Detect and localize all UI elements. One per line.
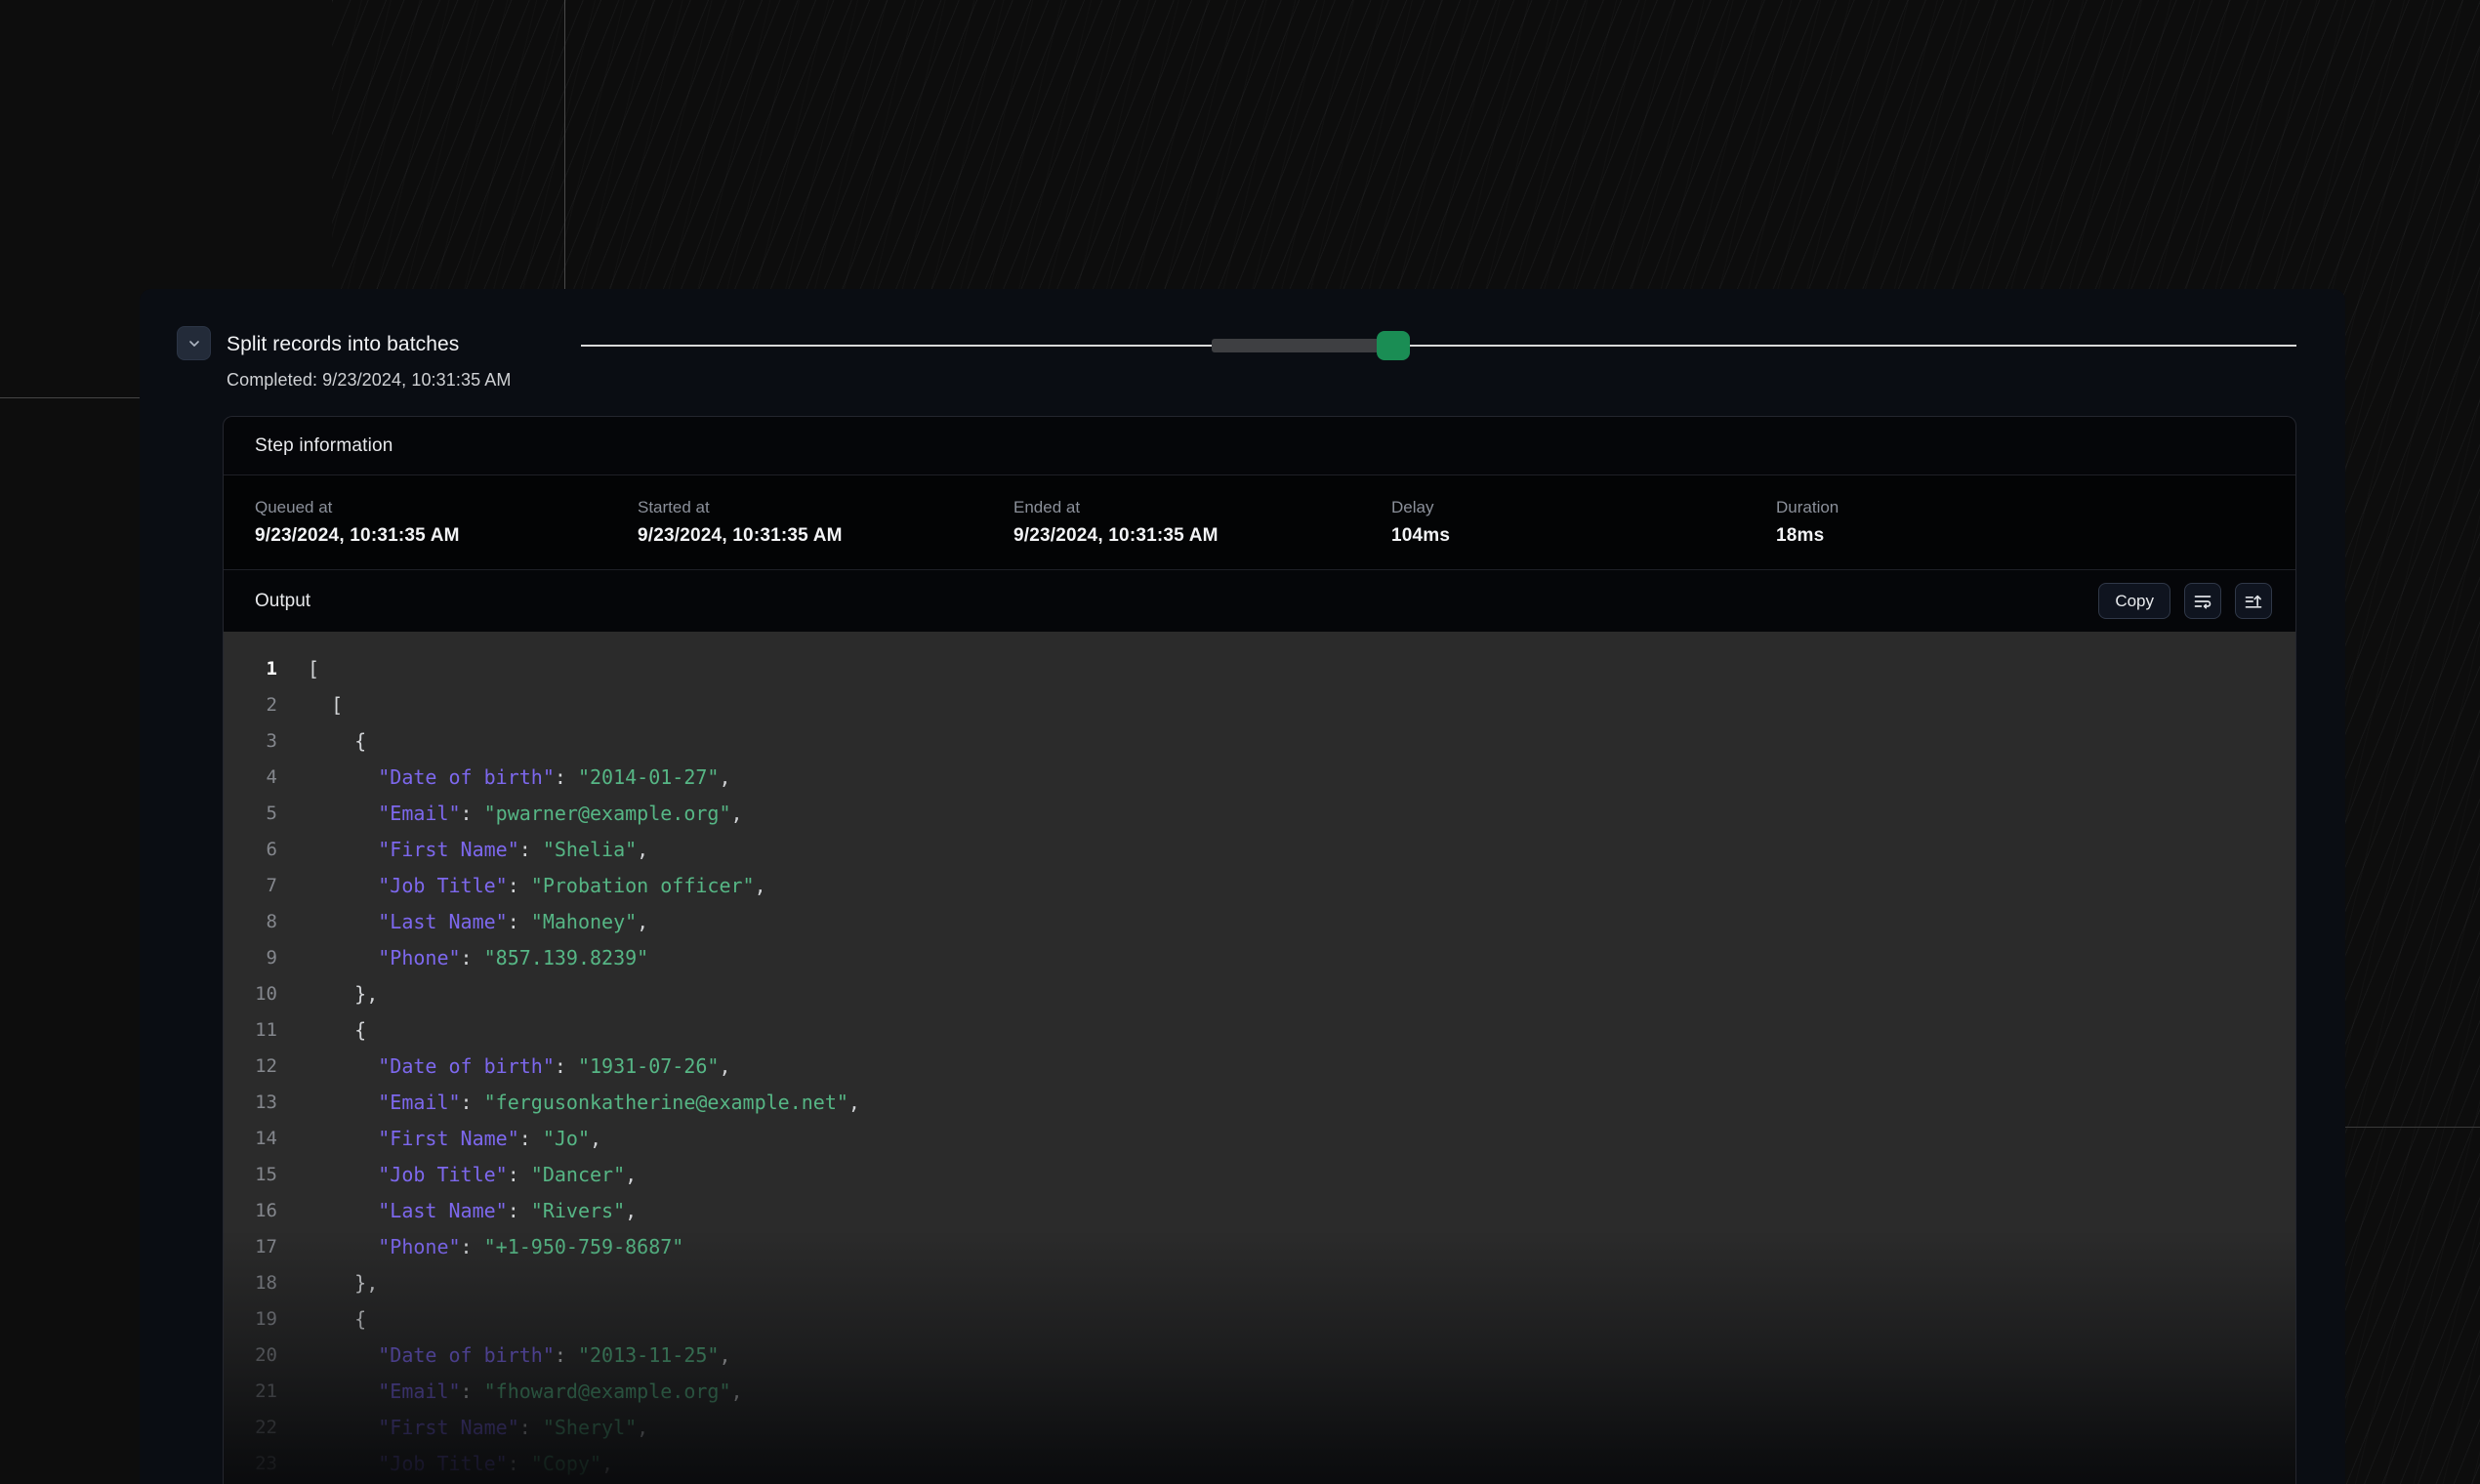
code-line: 16 "Last Name": "Rivers", (224, 1193, 2295, 1229)
output-header: Output Copy (224, 570, 2295, 632)
code-lines: 1[2 [3 {4 "Date of birth": "2014-01-27",… (224, 651, 2295, 1482)
line-number: 2 (224, 687, 277, 723)
line-number: 18 (224, 1265, 277, 1301)
line-number: 15 (224, 1157, 277, 1193)
info-field-started-at: Started at 9/23/2024, 10:31:35 AM (638, 498, 1013, 547)
info-field-duration: Duration 18ms (1776, 498, 2295, 547)
code-line: 17 "Phone": "+1-950-759-8687" (224, 1229, 2295, 1265)
line-number: 22 (224, 1410, 277, 1446)
scroll-top-button[interactable] (2235, 583, 2272, 619)
info-value: 9/23/2024, 10:31:35 AM (255, 525, 638, 547)
line-number: 21 (224, 1374, 277, 1410)
info-value: 9/23/2024, 10:31:35 AM (638, 525, 1013, 547)
step-completed-time: Completed: 9/23/2024, 10:31:35 AM (227, 369, 512, 391)
line-number: 20 (224, 1338, 277, 1374)
code-line: 18 }, (224, 1265, 2295, 1301)
info-field-ended-at: Ended at 9/23/2024, 10:31:35 AM (1013, 498, 1391, 547)
code-line: 12 "Date of birth": "1931-07-26", (224, 1049, 2295, 1085)
info-label: Delay (1391, 498, 1776, 517)
code-line: 19 { (224, 1301, 2295, 1338)
line-number: 1 (224, 651, 277, 687)
step-info-row: Queued at 9/23/2024, 10:31:35 AM Started… (224, 475, 2295, 570)
code-line: 11 { (224, 1012, 2295, 1049)
code-line: 10 }, (224, 976, 2295, 1012)
wrap-text-icon (2193, 592, 2212, 611)
info-field-queued-at: Queued at 9/23/2024, 10:31:35 AM (255, 498, 638, 547)
code-line: 2 [ (224, 687, 2295, 723)
line-number: 14 (224, 1121, 277, 1157)
step-collapse-button[interactable] (177, 326, 211, 360)
code-line: 8 "Last Name": "Mahoney", (224, 904, 2295, 940)
info-value: 9/23/2024, 10:31:35 AM (1013, 525, 1391, 547)
line-number: 6 (224, 832, 277, 868)
line-number: 3 (224, 723, 277, 760)
info-label: Started at (638, 498, 1013, 517)
code-line: 9 "Phone": "857.139.8239" (224, 940, 2295, 976)
line-number: 4 (224, 760, 277, 796)
output-title: Output (255, 591, 310, 612)
info-label: Ended at (1013, 498, 1391, 517)
code-line: 7 "Job Title": "Probation officer", (224, 868, 2295, 904)
chevron-down-icon (186, 336, 202, 351)
timeline-active-segment (1212, 339, 1380, 352)
line-number: 5 (224, 796, 277, 832)
line-number: 11 (224, 1012, 277, 1049)
wrap-text-button[interactable] (2184, 583, 2221, 619)
code-viewer[interactable]: 1[2 [3 {4 "Date of birth": "2014-01-27",… (224, 632, 2295, 1484)
code-line: 21 "Email": "fhoward@example.org", (224, 1374, 2295, 1410)
info-value: 104ms (1391, 525, 1776, 547)
line-number: 23 (224, 1446, 277, 1482)
copy-button[interactable]: Copy (2098, 583, 2170, 619)
output-actions: Copy (2098, 583, 2272, 619)
code-line: 22 "First Name": "Sheryl", (224, 1410, 2295, 1446)
line-number: 7 (224, 868, 277, 904)
step-information-title: Step information (255, 435, 393, 457)
step-title: Split records into batches (227, 332, 459, 357)
code-line: 20 "Date of birth": "2013-11-25", (224, 1338, 2295, 1374)
info-value: 18ms (1776, 525, 2295, 547)
scroll-top-icon (2244, 592, 2263, 611)
code-line: 13 "Email": "fergusonkatherine@example.n… (224, 1085, 2295, 1121)
background-grid-vline (564, 0, 565, 289)
info-field-delay: Delay 104ms (1391, 498, 1776, 547)
line-number: 13 (224, 1085, 277, 1121)
line-number: 12 (224, 1049, 277, 1085)
code-line: 15 "Job Title": "Dancer", (224, 1157, 2295, 1193)
code-line: 3 { (224, 723, 2295, 760)
info-label: Duration (1776, 498, 2295, 517)
line-number: 9 (224, 940, 277, 976)
code-line: 5 "Email": "pwarner@example.org", (224, 796, 2295, 832)
timeline-track (581, 345, 2296, 347)
step-detail-card: Split records into batches Completed: 9/… (140, 289, 2345, 1484)
timeline-knob[interactable] (1377, 331, 1410, 360)
code-line: 23 "Job Title": "Copy", (224, 1446, 2295, 1482)
background-grid-hline-right (2345, 1127, 2480, 1128)
code-line: 6 "First Name": "Shelia", (224, 832, 2295, 868)
line-number: 10 (224, 976, 277, 1012)
code-line: 14 "First Name": "Jo", (224, 1121, 2295, 1157)
line-number: 19 (224, 1301, 277, 1338)
line-number: 8 (224, 904, 277, 940)
step-information-panel: Step information Queued at 9/23/2024, 10… (223, 416, 2296, 1484)
step-information-header: Step information (224, 417, 2295, 475)
code-line: 4 "Date of birth": "2014-01-27", (224, 760, 2295, 796)
line-number: 17 (224, 1229, 277, 1265)
code-line: 1[ (224, 651, 2295, 687)
background-grid-hline-left (0, 397, 140, 398)
info-label: Queued at (255, 498, 638, 517)
line-number: 16 (224, 1193, 277, 1229)
screen: { "colors": { "accent-green": "#1a8d54",… (0, 0, 2480, 1484)
